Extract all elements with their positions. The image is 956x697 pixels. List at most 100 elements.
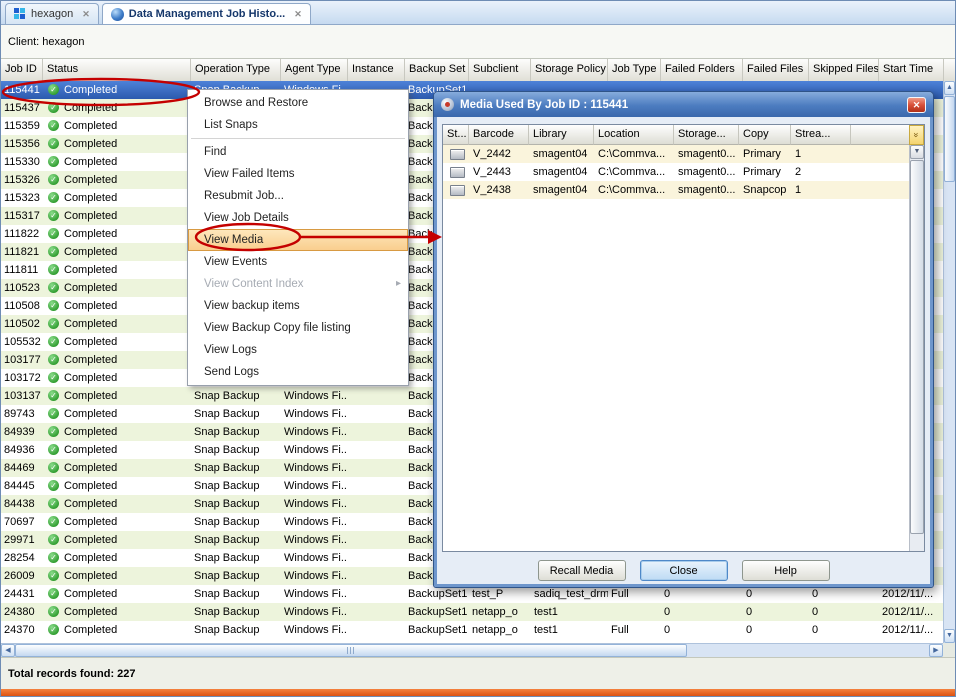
job-row[interactable]: 24370CompletedSnap BackupWindows Fi...Ba… xyxy=(1,621,955,639)
completed-status-icon xyxy=(48,408,59,419)
scroll-right-button[interactable] xyxy=(929,644,943,657)
media-column-header-library[interactable]: Library xyxy=(529,125,594,145)
tab-label: Data Management Job Histo... xyxy=(129,8,285,20)
scrollbar-corner xyxy=(943,643,955,657)
completed-status-icon xyxy=(48,498,59,509)
dialog-title: Media Used By Job ID : 115441 xyxy=(460,99,628,111)
media-table-panel: St...BarcodeLibraryLocationStorage...Cop… xyxy=(442,124,925,552)
menu-item-view-failed-items[interactable]: View Failed Items xyxy=(188,163,408,185)
column-chooser-button[interactable] xyxy=(909,125,924,145)
completed-status-icon xyxy=(48,102,59,113)
tab-job-history[interactable]: Data Management Job Histo... xyxy=(102,3,311,24)
job-history-tab-icon xyxy=(111,8,124,21)
column-header-status[interactable]: Status xyxy=(43,59,191,81)
column-header-storage-policy[interactable]: Storage Policy xyxy=(531,59,608,81)
recall-media-button[interactable]: Recall Media xyxy=(538,560,626,581)
scroll-up-button[interactable] xyxy=(944,81,955,95)
completed-status-icon xyxy=(48,264,59,275)
column-header-operation-type[interactable]: Operation Type xyxy=(191,59,281,81)
media-column-header-copy[interactable]: Copy xyxy=(739,125,791,145)
menu-item-resubmit-job[interactable]: Resubmit Job... xyxy=(188,185,408,207)
media-row[interactable]: V_2443smagent04C:\Commva...smagent0...Pr… xyxy=(443,163,924,181)
job-row[interactable]: 24380CompletedSnap BackupWindows Fi...Ba… xyxy=(1,603,955,621)
column-header-skipped-files[interactable]: Skipped Files xyxy=(809,59,879,81)
vertical-scrollbar[interactable] xyxy=(943,81,955,643)
menu-item-view-backup-items[interactable]: View backup items xyxy=(188,295,408,317)
dialog-scroll-down-button[interactable] xyxy=(910,145,924,159)
vertical-scrollbar-thumb[interactable] xyxy=(944,96,955,182)
horizontal-scrollbar[interactable] xyxy=(1,643,943,657)
completed-status-icon xyxy=(48,300,59,311)
media-column-header-st[interactable]: St... xyxy=(443,125,469,145)
column-header-failed-folders[interactable]: Failed Folders xyxy=(661,59,743,81)
submenu-arrow-icon xyxy=(396,273,401,295)
dialog-buttons: Recall Media Close Help xyxy=(434,560,933,581)
tab-hexagon[interactable]: hexagon xyxy=(5,3,99,24)
menu-item-find[interactable]: Find xyxy=(188,141,408,163)
menu-item-view-logs[interactable]: View Logs xyxy=(188,339,408,361)
column-header-start-time[interactable]: Start Time xyxy=(879,59,944,81)
completed-status-icon xyxy=(48,480,59,491)
menu-item-view-media[interactable]: View Media xyxy=(188,229,408,251)
completed-status-icon xyxy=(48,534,59,545)
media-row[interactable]: V_2438smagent04C:\Commva...smagent0...Sn… xyxy=(443,181,924,199)
client-bar: Client: hexagon xyxy=(1,25,955,59)
header-filler xyxy=(944,59,955,81)
dialog-titlebar[interactable]: Media Used By Job ID : 115441 xyxy=(434,92,933,117)
column-header-subclient[interactable]: Subclient xyxy=(469,59,531,81)
close-tab-icon[interactable] xyxy=(294,9,302,20)
column-header-failed-files[interactable]: Failed Files xyxy=(743,59,809,81)
media-dialog-icon xyxy=(441,98,454,111)
media-table-header: St...BarcodeLibraryLocationStorage...Cop… xyxy=(443,125,924,145)
media-column-header-location[interactable]: Location xyxy=(594,125,674,145)
media-column-header-barcode[interactable]: Barcode xyxy=(469,125,529,145)
column-header-backup-set[interactable]: Backup Set xyxy=(405,59,469,81)
column-header-job-id[interactable]: Job ID xyxy=(1,59,43,81)
completed-status-icon xyxy=(48,156,59,167)
media-cartridge-icon xyxy=(450,185,465,196)
completed-status-icon xyxy=(48,282,59,293)
client-label: Client: hexagon xyxy=(8,36,84,48)
menu-item-browse-and-restore[interactable]: Browse and Restore xyxy=(188,92,408,114)
completed-status-icon xyxy=(48,606,59,617)
media-column-header-strea[interactable]: Strea... xyxy=(791,125,851,145)
column-header-agent-type[interactable]: Agent Type xyxy=(281,59,348,81)
column-header-instance[interactable]: Instance xyxy=(348,59,405,81)
completed-status-icon xyxy=(48,372,59,383)
scroll-left-button[interactable] xyxy=(1,644,15,657)
media-row[interactable]: V_2442smagent04C:\Commva...smagent0...Pr… xyxy=(443,145,924,163)
completed-status-icon xyxy=(48,84,59,95)
status-bar: Total records found: 227 xyxy=(1,657,955,690)
completed-status-icon xyxy=(48,588,59,599)
menu-item-view-events[interactable]: View Events xyxy=(188,251,408,273)
media-cartridge-icon xyxy=(450,167,465,178)
column-header-job-type[interactable]: Job Type xyxy=(608,59,661,81)
completed-status-icon xyxy=(48,462,59,473)
dialog-scrollbar-thumb[interactable] xyxy=(910,160,924,534)
menu-item-send-logs[interactable]: Send Logs xyxy=(188,361,408,383)
help-button[interactable]: Help xyxy=(742,560,830,581)
horizontal-scrollbar-thumb[interactable] xyxy=(15,644,687,657)
completed-status-icon xyxy=(48,552,59,563)
completed-status-icon xyxy=(48,120,59,131)
close-button[interactable]: Close xyxy=(640,560,728,581)
menu-item-view-content-index: View Content Index xyxy=(188,273,408,295)
menu-item-list-snaps[interactable]: List Snaps xyxy=(188,114,408,136)
dialog-scrollbar[interactable] xyxy=(909,145,924,551)
completed-status-icon xyxy=(48,246,59,257)
completed-status-icon xyxy=(48,516,59,527)
scroll-down-button[interactable] xyxy=(944,629,955,643)
menu-separator xyxy=(191,138,405,139)
tab-bar: hexagon Data Management Job Histo... xyxy=(1,1,955,25)
bottom-accent-bar xyxy=(1,689,955,696)
completed-status-icon xyxy=(48,570,59,581)
media-column-header-storage[interactable]: Storage... xyxy=(674,125,739,145)
dialog-close-button[interactable] xyxy=(907,97,926,113)
menu-item-view-backup-copy-file-listing[interactable]: View Backup Copy file listing xyxy=(188,317,408,339)
menu-item-view-job-details[interactable]: View Job Details xyxy=(188,207,408,229)
completed-status-icon xyxy=(48,426,59,437)
completed-status-icon xyxy=(48,210,59,221)
close-tab-icon[interactable] xyxy=(82,9,90,20)
media-used-dialog: Media Used By Job ID : 115441 St...Barco… xyxy=(433,91,934,588)
completed-status-icon xyxy=(48,444,59,455)
